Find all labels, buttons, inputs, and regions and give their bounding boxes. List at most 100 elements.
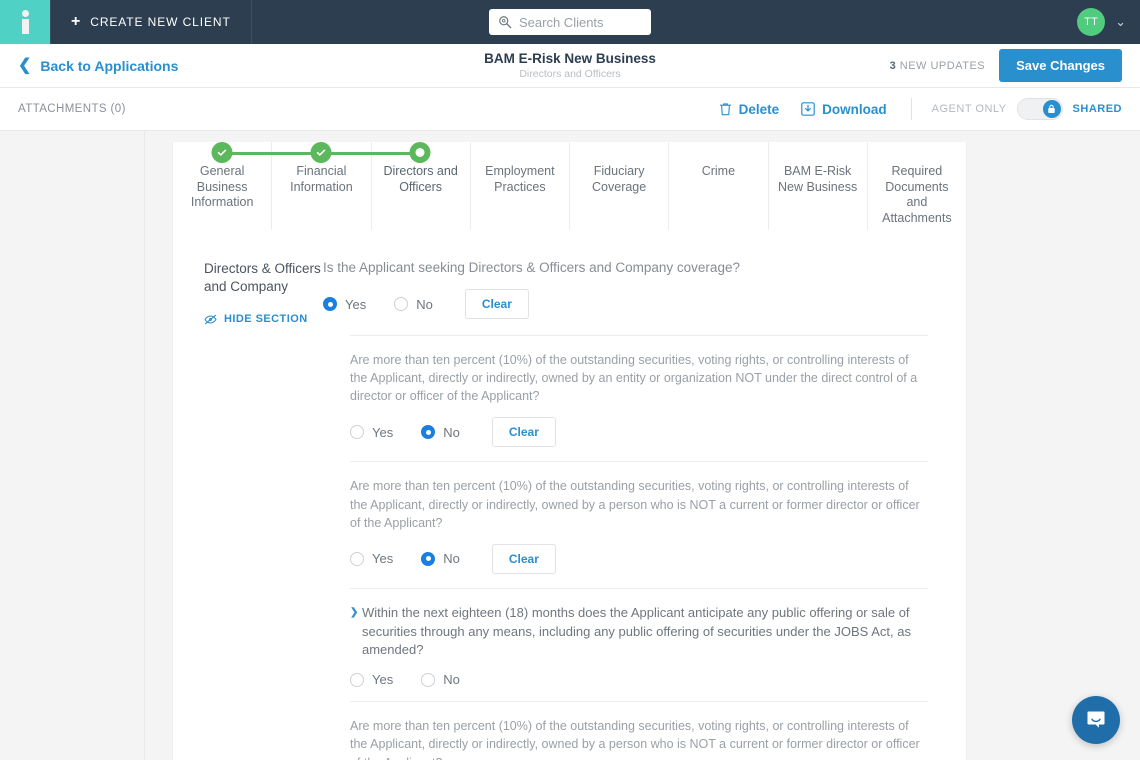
- radio-option-yes[interactable]: Yes: [350, 551, 393, 566]
- toggle-knob: [1043, 100, 1061, 118]
- lead-question: Is the Applicant seeking Directors & Off…: [323, 260, 928, 335]
- new-updates-label: NEW UPDATES: [900, 60, 985, 72]
- chevron-right-icon[interactable]: ❯: [350, 606, 358, 621]
- chat-bubble-icon: [1084, 708, 1108, 732]
- radio-no-icon[interactable]: [421, 425, 435, 439]
- chevron-left-icon: ❮: [18, 58, 31, 74]
- answer-group: Yes No Clear: [350, 417, 928, 447]
- avatar[interactable]: TT: [1077, 8, 1105, 36]
- question-text-body: Within the next eighteen (18) months doe…: [362, 605, 911, 658]
- section-sidebar: Directors & Officers and Company HIDE SE…: [173, 260, 323, 760]
- clear-button[interactable]: Clear: [492, 544, 556, 574]
- logo-i-icon: [22, 10, 29, 34]
- tab-crime[interactable]: Crime: [669, 142, 768, 239]
- clear-button[interactable]: Clear: [492, 417, 556, 447]
- sub-questions: Are more than ten percent (10%) of the o…: [350, 335, 928, 760]
- attachments-actions: Delete Download AGENT ONLY SHARED: [697, 98, 1122, 120]
- create-new-client-button[interactable]: + CREATE NEW CLIENT: [51, 0, 251, 44]
- back-to-applications-link[interactable]: ❮ Back to Applications: [0, 58, 178, 74]
- radio-option-yes[interactable]: Yes: [350, 672, 393, 687]
- save-changes-button[interactable]: Save Changes: [999, 49, 1122, 82]
- question-text: Are more than ten percent (10%) of the o…: [350, 477, 928, 531]
- tab-fiduciary-coverage[interactable]: Fiduciary Coverage: [570, 142, 669, 239]
- main-content-area: General Business InformationFinancial In…: [0, 131, 1140, 760]
- radio-no-icon[interactable]: [394, 297, 408, 311]
- question-text: Are more than ten percent (10%) of the o…: [350, 351, 928, 405]
- radio-label: No: [443, 425, 460, 440]
- download-button[interactable]: Download: [801, 102, 887, 117]
- radio-option-yes[interactable]: Yes: [323, 297, 366, 312]
- tab-label: Directors and Officers: [378, 164, 464, 195]
- attachments-count-label: ATTACHMENTS (0): [18, 103, 126, 115]
- left-rail: [0, 131, 145, 760]
- page-title: BAM E-Risk New Business: [484, 51, 656, 66]
- question-row: Are more than ten percent (10%) of the o…: [350, 335, 928, 461]
- shared-toggle[interactable]: [1017, 98, 1063, 120]
- visibility-toggle-group: AGENT ONLY SHARED: [932, 98, 1122, 120]
- question-row: Are more than ten percent (10%) of the o…: [350, 701, 928, 760]
- tab-label: Fiduciary Coverage: [576, 164, 662, 195]
- delete-label: Delete: [739, 102, 780, 117]
- radio-option-no[interactable]: No: [421, 551, 460, 566]
- question-text: ❯ Within the next eighteen (18) months do…: [350, 604, 928, 661]
- tab-label: General Business Information: [179, 164, 265, 211]
- search-input[interactable]: Search Clients: [489, 9, 651, 35]
- radio-yes-icon[interactable]: [350, 673, 364, 687]
- radio-option-no[interactable]: No: [421, 425, 460, 440]
- chevron-down-icon[interactable]: ⌄: [1115, 14, 1126, 30]
- lead-question-text: Is the Applicant seeking Directors & Off…: [323, 260, 928, 275]
- application-header: ❮ Back to Applications BAM E-Risk New Bu…: [0, 44, 1140, 88]
- hide-section-button[interactable]: HIDE SECTION: [204, 313, 323, 325]
- section-tabs-container: General Business InformationFinancial In…: [172, 142, 967, 240]
- chat-launcher-button[interactable]: [1072, 696, 1120, 744]
- section-title: Directors & Officers and Company: [204, 260, 323, 296]
- questions-column: Is the Applicant seeking Directors & Off…: [323, 260, 966, 760]
- trash-icon: [719, 102, 732, 116]
- new-updates-count: 3: [890, 60, 897, 72]
- radio-label: No: [443, 672, 460, 687]
- question-text: Are more than ten percent (10%) of the o…: [350, 717, 928, 760]
- nav-divider-2: [251, 0, 252, 44]
- download-icon: [801, 102, 815, 116]
- app-logo[interactable]: [0, 0, 50, 44]
- radio-label: Yes: [372, 672, 393, 687]
- hide-eye-icon: [204, 314, 217, 325]
- radio-option-no[interactable]: No: [421, 672, 460, 687]
- shared-label: SHARED: [1073, 103, 1122, 115]
- radio-option-no[interactable]: No: [394, 297, 433, 312]
- tab-employment-practices[interactable]: Employment Practices: [471, 142, 570, 239]
- tab-directors-and-officers[interactable]: Directors and Officers: [372, 142, 471, 239]
- lead-question-answers: Yes No Clear: [323, 289, 928, 319]
- form-panel: Directors & Officers and Company HIDE SE…: [172, 230, 967, 760]
- section-tabs: General Business InformationFinancial In…: [172, 142, 967, 240]
- search-placeholder: Search Clients: [519, 15, 604, 30]
- lock-icon: [1047, 104, 1056, 114]
- radio-yes-icon[interactable]: [350, 552, 364, 566]
- create-new-client-label: CREATE NEW CLIENT: [90, 15, 230, 29]
- answer-group: Yes No Clear: [350, 544, 928, 574]
- question-row: Are more than ten percent (10%) of the o…: [350, 461, 928, 587]
- radio-no-icon[interactable]: [421, 673, 435, 687]
- tab-bam-e-risk-new-business[interactable]: BAM E-Risk New Business: [769, 142, 868, 239]
- tab-label: Crime: [702, 164, 735, 180]
- radio-yes-icon[interactable]: [350, 425, 364, 439]
- nav-right-group: TT ⌄: [1077, 0, 1140, 44]
- clear-button[interactable]: Clear: [465, 289, 529, 319]
- radio-yes-icon[interactable]: [323, 297, 337, 311]
- radio-label: Yes: [372, 425, 393, 440]
- agent-only-label: AGENT ONLY: [932, 103, 1007, 115]
- toolbar-divider: [911, 98, 912, 120]
- delete-button[interactable]: Delete: [719, 102, 780, 117]
- tab-general-business-information[interactable]: General Business Information: [173, 142, 272, 239]
- tab-label: BAM E-Risk New Business: [775, 164, 861, 195]
- page-subtitle: Directors and Officers: [519, 68, 620, 80]
- radio-option-yes[interactable]: Yes: [350, 425, 393, 440]
- radio-no-icon[interactable]: [421, 552, 435, 566]
- tab-financial-information[interactable]: Financial Information: [272, 142, 371, 239]
- tab-required-documents-and-attachments[interactable]: Required Documents and Attachments: [868, 142, 966, 239]
- download-label: Download: [822, 102, 887, 117]
- answer-group: Yes No: [350, 672, 928, 687]
- header-actions: 3 NEW UPDATES Save Changes: [890, 49, 1140, 82]
- plus-icon: +: [71, 14, 81, 30]
- search-icon: [498, 15, 512, 29]
